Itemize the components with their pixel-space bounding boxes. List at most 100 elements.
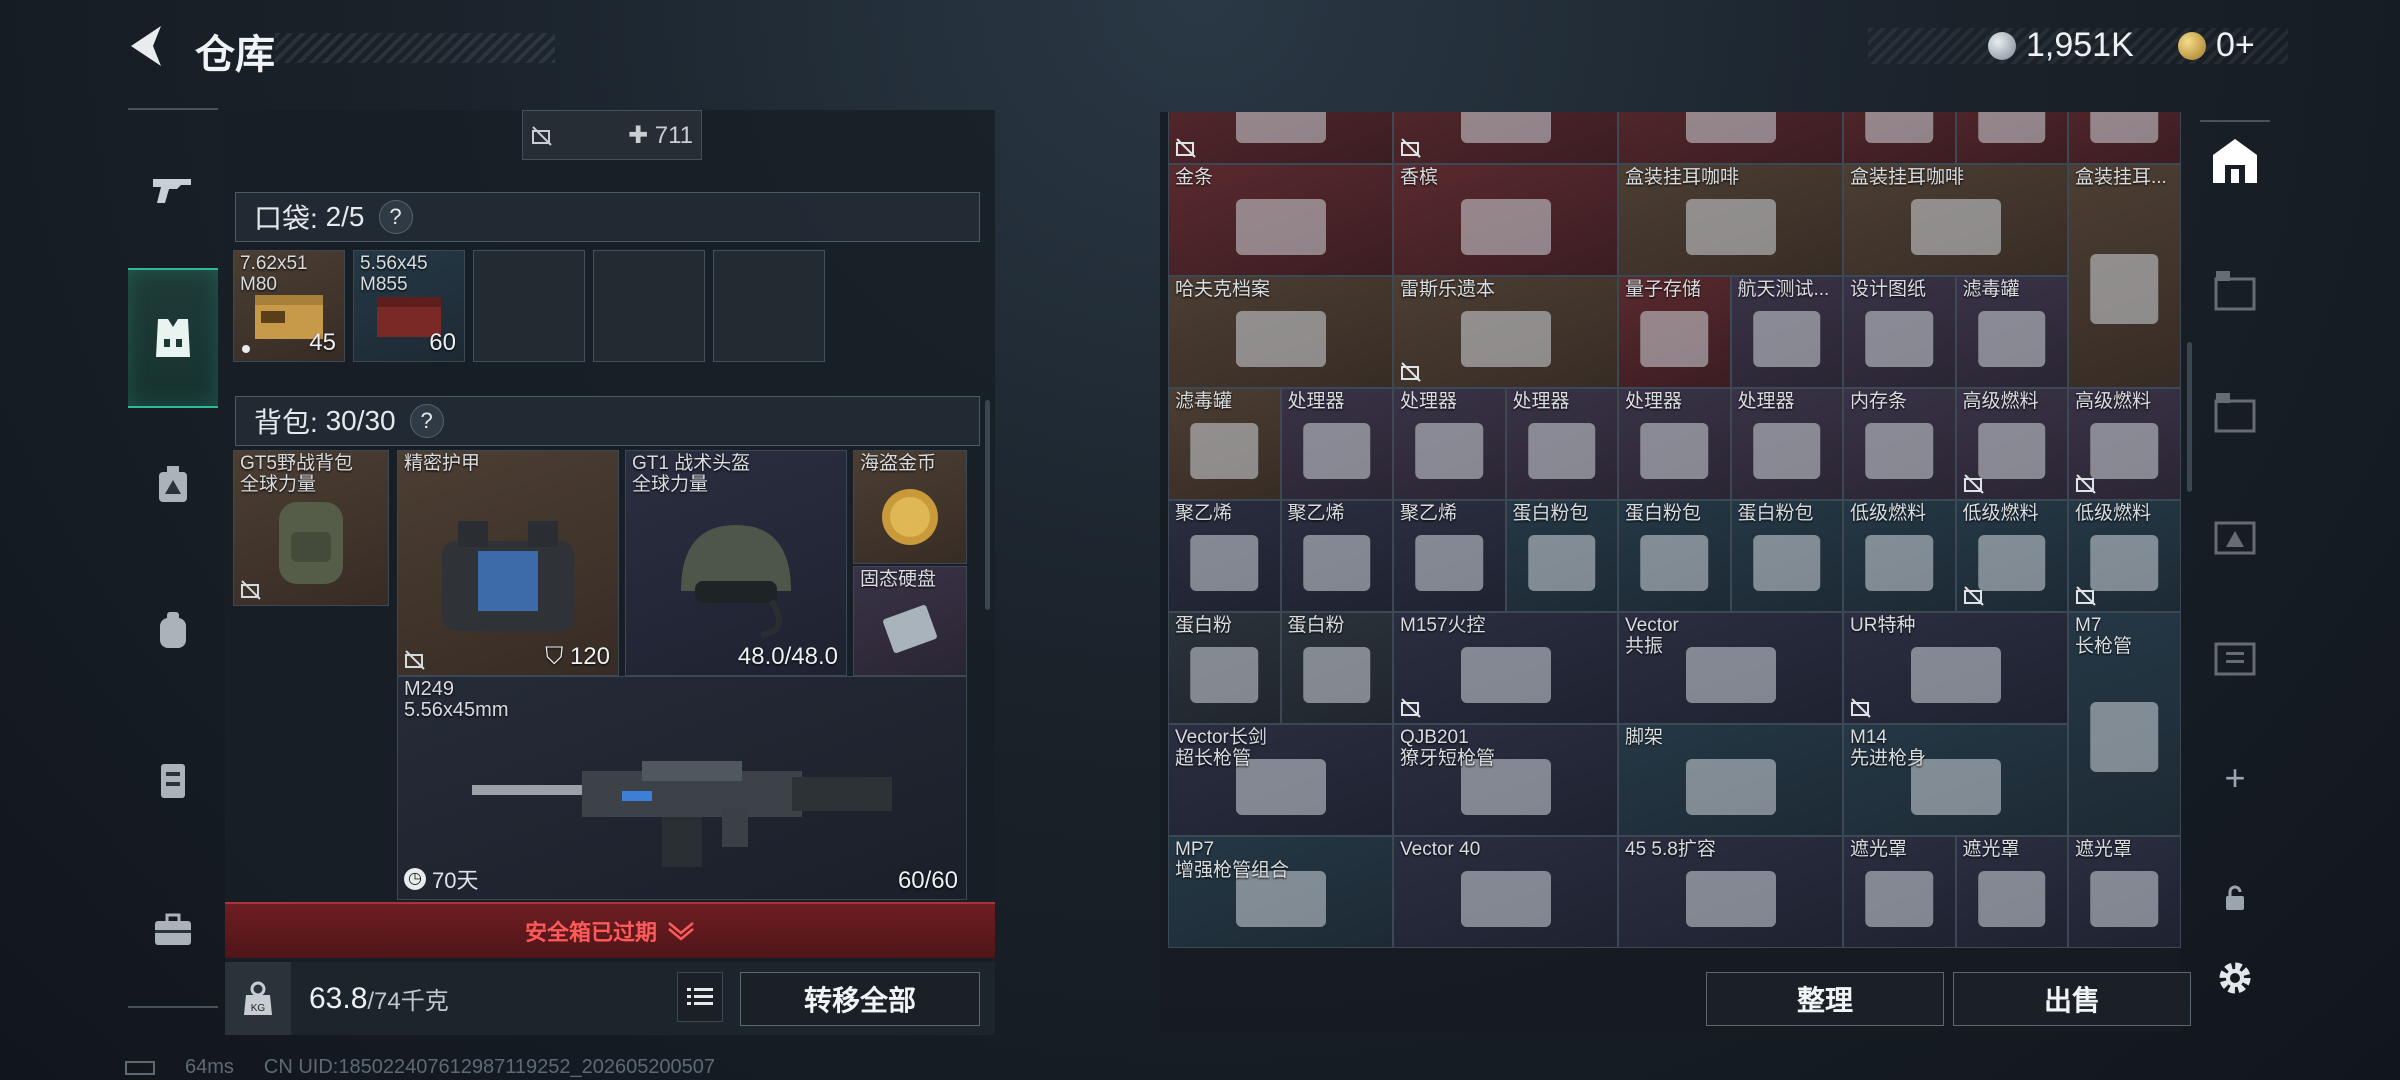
- item-label: 蛋白粉包: [1737, 503, 1814, 524]
- help-icon[interactable]: ?: [409, 404, 444, 438]
- warehouse-item[interactable]: Vector长剑 超长枪管: [1168, 724, 1393, 836]
- warehouse-item[interactable]: 脚架: [1618, 724, 1843, 836]
- warehouse-item[interactable]: 聚乙烯: [1393, 500, 1506, 612]
- warehouse-item[interactable]: [1955, 112, 2068, 164]
- safe-box-expired-banner[interactable]: 安全箱已过期: [225, 902, 995, 958]
- medkit-bag-icon: [159, 466, 187, 502]
- warehouse-item[interactable]: 盒装挂耳...: [2068, 164, 2181, 388]
- sort-button[interactable]: 整理: [1706, 972, 1944, 1026]
- item-ssd[interactable]: 固态硬盘: [853, 566, 967, 676]
- warehouse-item[interactable]: [1393, 112, 1618, 164]
- warehouse-item[interactable]: 蛋白粉包: [1618, 500, 1731, 612]
- warehouse-item[interactable]: 量子存储: [1618, 276, 1731, 388]
- warehouse-item[interactable]: 盒装挂耳咖啡: [1843, 164, 2068, 276]
- warehouse-item[interactable]: 滤毒罐: [1955, 276, 2068, 388]
- warehouse-item[interactable]: 高级燃料: [2068, 388, 2181, 500]
- warehouse-item[interactable]: 遮光罩: [1955, 836, 2068, 948]
- rental-time: ◷ 70天: [404, 863, 478, 895]
- warehouse-item[interactable]: 滤毒罐: [1168, 388, 1281, 500]
- tab-warehouse-main[interactable]: [2200, 120, 2270, 200]
- warehouse-item[interactable]: 处理器: [1280, 388, 1393, 500]
- pocket-slot-1[interactable]: 7.62x51 M80 45: [233, 250, 345, 362]
- item-image-icon: [1303, 534, 1371, 591]
- warehouse-item[interactable]: Vector 40: [1393, 836, 1618, 948]
- warehouse-item[interactable]: [2068, 112, 2181, 164]
- warehouse-item[interactable]: 雷斯乐遗本: [1393, 276, 1618, 388]
- item-backpack[interactable]: GT5野战背包 全球力量: [233, 450, 389, 606]
- warehouse-item[interactable]: 设计图纸: [1843, 276, 1956, 388]
- warehouse-item[interactable]: 聚乙烯: [1280, 500, 1393, 612]
- nav-medical[interactable]: [128, 430, 218, 540]
- warehouse-item[interactable]: 低级燃料: [2068, 500, 2181, 612]
- machine-gun-icon: [472, 761, 892, 868]
- warehouse-item[interactable]: [1168, 112, 1393, 164]
- warehouse-item[interactable]: 遮光罩: [2068, 836, 2181, 948]
- silver-currency[interactable]: 1,951K: [1988, 26, 2134, 65]
- warehouse-item[interactable]: M7 长枪管: [2068, 612, 2181, 836]
- pocket-slot-4-empty[interactable]: [593, 250, 705, 362]
- warehouse-item[interactable]: [1843, 112, 1956, 164]
- list-view-button[interactable]: [677, 972, 723, 1022]
- tab-storage-2[interactable]: [2200, 372, 2270, 452]
- warehouse-item[interactable]: 聚乙烯: [1168, 500, 1281, 612]
- warehouse-item[interactable]: 处理器: [1730, 388, 1843, 500]
- equipped-item-strip[interactable]: ✚ 711: [522, 110, 702, 160]
- item-helmet[interactable]: GT1 战术头盔 全球力量 48.0/48.0: [625, 450, 847, 676]
- pocket-slot-3-empty[interactable]: [473, 250, 585, 362]
- warehouse-item[interactable]: 高级燃料: [1955, 388, 2068, 500]
- warehouse-item[interactable]: 45 5.8扩容: [1618, 836, 1843, 948]
- item-image-icon: [1685, 646, 1776, 703]
- gold-currency[interactable]: 0+: [2178, 26, 2255, 65]
- settings-button[interactable]: [2200, 938, 2270, 1018]
- tab-storage-4[interactable]: [2200, 615, 2270, 695]
- nav-toolbox[interactable]: [128, 875, 218, 985]
- transfer-all-button[interactable]: 转移全部: [740, 972, 980, 1026]
- item-image-icon: [1303, 422, 1371, 479]
- warehouse-item[interactable]: 蛋白粉包: [1505, 500, 1618, 612]
- item-m249[interactable]: M249 5.56x45mm ◷ 70天 60/60: [397, 676, 967, 900]
- warehouse-item[interactable]: 蛋白粉: [1280, 612, 1393, 724]
- add-tab-button[interactable]: +: [2200, 738, 2270, 818]
- warehouse-item[interactable]: [1618, 112, 1843, 164]
- warehouse-item[interactable]: M14 先进枪身: [1843, 724, 2068, 836]
- nav-equipment[interactable]: [128, 268, 218, 408]
- warehouse-item[interactable]: 处理器: [1393, 388, 1506, 500]
- warehouse-item[interactable]: 蛋白粉包: [1730, 500, 1843, 612]
- item-image-icon: [1910, 198, 2001, 255]
- warehouse-item[interactable]: QJB201 獠牙短枪管: [1393, 724, 1618, 836]
- tab-storage-1[interactable]: [2200, 250, 2270, 330]
- pocket-slot-5-empty[interactable]: [713, 250, 825, 362]
- item-armor[interactable]: 精密护甲 ⛉ 120: [397, 450, 619, 676]
- sell-button[interactable]: 出售: [1953, 972, 2191, 1026]
- warehouse-item[interactable]: 遮光罩: [1843, 836, 1956, 948]
- tab-storage-3[interactable]: [2200, 494, 2270, 574]
- item-pirate-coin[interactable]: 海盗金币: [853, 450, 967, 564]
- warehouse-item[interactable]: M157火控: [1393, 612, 1618, 724]
- lock-button[interactable]: [2200, 858, 2270, 938]
- item-label: 蛋白粉: [1175, 615, 1233, 636]
- right-scrollbar[interactable]: [2187, 342, 2192, 492]
- item-label: 聚乙烯: [1287, 503, 1345, 524]
- nav-weapons[interactable]: [128, 136, 218, 246]
- nav-backpack[interactable]: [128, 575, 218, 685]
- warehouse-item[interactable]: 蛋白粉: [1168, 612, 1281, 724]
- warehouse-item[interactable]: 低级燃料: [1955, 500, 2068, 612]
- warehouse-item[interactable]: 哈夫克档案: [1168, 276, 1393, 388]
- warehouse-item[interactable]: 香槟: [1393, 164, 1618, 276]
- warehouse-item[interactable]: 盒装挂耳咖啡: [1618, 164, 1843, 276]
- warehouse-item[interactable]: 处理器: [1618, 388, 1731, 500]
- item-image-icon: [1685, 870, 1776, 927]
- nav-armor[interactable]: [128, 725, 218, 835]
- warehouse-item[interactable]: Vector 共振: [1618, 612, 1843, 724]
- back-button[interactable]: [125, 22, 173, 70]
- warehouse-item[interactable]: 处理器: [1505, 388, 1618, 500]
- help-icon[interactable]: ?: [378, 200, 413, 234]
- warehouse-item[interactable]: 金条: [1168, 164, 1393, 276]
- left-scrollbar[interactable]: [985, 400, 990, 610]
- warehouse-item[interactable]: UR特种: [1843, 612, 2068, 724]
- warehouse-item[interactable]: 航天测试...: [1730, 276, 1843, 388]
- warehouse-item[interactable]: 低级燃料: [1843, 500, 1956, 612]
- warehouse-item[interactable]: 内存条: [1843, 388, 1956, 500]
- warehouse-item[interactable]: MP7 增强枪管组合: [1168, 836, 1393, 948]
- pocket-slot-2[interactable]: 5.56x45 M855 60: [353, 250, 465, 362]
